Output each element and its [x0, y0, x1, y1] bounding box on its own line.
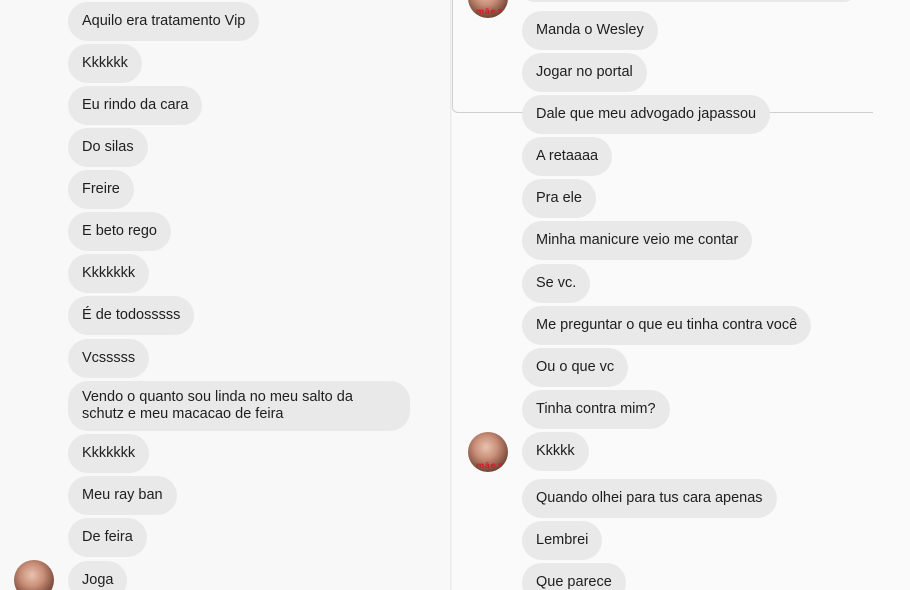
avatar-label: mãe [476, 7, 497, 16]
heart-icon: ♥ [497, 462, 502, 469]
message-bubble[interactable]: Manda o Wesley [522, 11, 658, 50]
message-bubble[interactable]: Minha manicure veio me contar [522, 221, 753, 260]
message-bubble[interactable]: Pra ele [522, 179, 596, 218]
avatar-label: mãe [476, 461, 497, 470]
message-bubble[interactable]: Aquilo era tratamento Vip [68, 2, 260, 41]
message-bubble[interactable]: Dale que meu advogado japassou [522, 95, 771, 134]
message-bubble[interactable]: Meu ray ban [68, 476, 177, 515]
message-bubble[interactable]: A retaaaa [522, 137, 613, 176]
message-bubble[interactable]: Kkkkk [522, 432, 589, 471]
message-bubble[interactable]: Lembrei [522, 521, 603, 560]
message-bubble[interactable]: Do silas [68, 128, 148, 167]
message-bubble[interactable]: Vendo o quanto sou linda no meu salto da… [68, 381, 410, 431]
message-bubble[interactable]: Kkkkkkk [68, 254, 150, 293]
contact-avatar[interactable]: mãe ♥ [14, 560, 54, 590]
message-bubble[interactable]: Kkkkkkk [68, 434, 150, 473]
right-chat-panel: mãe ♥ Manda o Wesley Jogar no portal Dal… [452, 0, 910, 590]
message-bubble[interactable]: Quando olhei para tus cara apenas [522, 479, 777, 518]
left-chat-panel: Aquilo era tratamento Vip Kkkkkk Eu rind… [0, 0, 452, 590]
message-bubble-cutoff[interactable] [522, 0, 856, 2]
message-bubble[interactable]: Joga [68, 561, 128, 590]
message-bubble[interactable]: Kkkkkk [68, 44, 142, 83]
message-bubble[interactable]: É de todosssss [68, 296, 195, 335]
message-bubble[interactable]: Tinha contra mim? [522, 390, 670, 429]
message-bubble[interactable]: Freire [68, 170, 134, 209]
message-bubble[interactable]: Vcsssss [68, 339, 150, 378]
message-bubble[interactable]: Se vc. [522, 264, 591, 303]
message-bubble[interactable]: Me preguntar o que eu tinha contra você [522, 306, 812, 345]
message-bubble[interactable]: Eu rindo da cara [68, 86, 203, 125]
message-bubble[interactable]: Jogar no portal [522, 53, 647, 92]
message-bubble[interactable]: De feira [68, 518, 147, 557]
heart-icon: ♥ [497, 8, 502, 15]
message-bubble[interactable]: Ou o que vc [522, 348, 629, 387]
message-bubble[interactable]: E beto rego [68, 212, 171, 251]
message-bubble[interactable]: Que parece [522, 563, 626, 590]
contact-avatar[interactable]: mãe ♥ [468, 432, 508, 472]
